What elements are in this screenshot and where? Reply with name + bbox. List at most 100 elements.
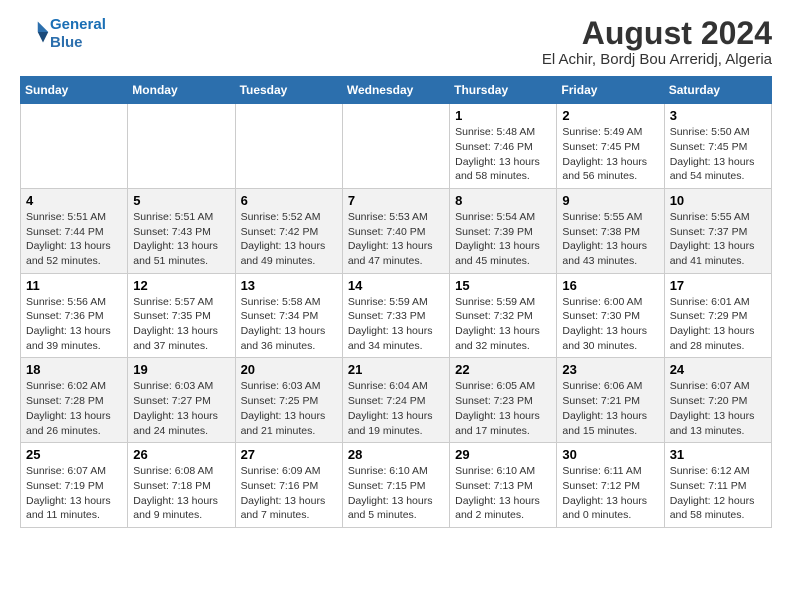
day-number: 15 [455, 278, 551, 293]
day-number: 1 [455, 108, 551, 123]
day-number: 13 [241, 278, 337, 293]
day-number: 25 [26, 447, 122, 462]
calendar-cell [235, 104, 342, 189]
calendar-cell [21, 104, 128, 189]
calendar-cell [342, 104, 449, 189]
day-info: Sunrise: 6:03 AMSunset: 7:27 PMDaylight:… [133, 379, 229, 438]
calendar-cell: 9Sunrise: 5:55 AMSunset: 7:38 PMDaylight… [557, 188, 664, 273]
day-info: Sunrise: 6:07 AMSunset: 7:19 PMDaylight:… [26, 464, 122, 523]
day-number: 21 [348, 362, 444, 377]
calendar-week-row: 1 Sunrise: 5:48 AMSunset: 7:46 PMDaylight… [21, 104, 772, 189]
day-info: Sunrise: 6:06 AMSunset: 7:21 PMDaylight:… [562, 379, 658, 438]
page-subtitle: El Achir, Bordj Bou Arreridj, Algeria [542, 51, 772, 68]
day-number: 24 [670, 362, 766, 377]
day-info: Sunrise: 5:51 AMSunset: 7:44 PMDaylight:… [26, 210, 122, 269]
day-info: Sunrise: 5:58 AMSunset: 7:34 PMDaylight:… [241, 295, 337, 354]
logo-icon [22, 18, 50, 46]
calendar-cell: 31 Sunrise: 6:12 AMSunset: 7:11 PMDayligh… [664, 443, 771, 528]
day-info: Sunrise: 6:03 AMSunset: 7:25 PMDaylight:… [241, 379, 337, 438]
day-number: 16 [562, 278, 658, 293]
calendar-cell: 26 Sunrise: 6:08 AMSunset: 7:18 PMDayligh… [128, 443, 235, 528]
calendar-cell: 19 Sunrise: 6:03 AMSunset: 7:27 PMDayligh… [128, 358, 235, 443]
day-info: Sunrise: 5:59 AMSunset: 7:32 PMDaylight:… [455, 295, 551, 354]
calendar-cell: 1 Sunrise: 5:48 AMSunset: 7:46 PMDaylight… [450, 104, 557, 189]
day-info: Sunrise: 6:11 AMSunset: 7:12 PMDaylight:… [562, 464, 658, 523]
page-title: August 2024 [542, 16, 772, 51]
day-number: 29 [455, 447, 551, 462]
day-number: 31 [670, 447, 766, 462]
calendar-cell: 15 Sunrise: 5:59 AMSunset: 7:32 PMDayligh… [450, 273, 557, 358]
calendar-cell: 6 Sunrise: 5:52 AMSunset: 7:42 PMDaylight… [235, 188, 342, 273]
calendar-cell: 21 Sunrise: 6:04 AMSunset: 7:24 PMDayligh… [342, 358, 449, 443]
day-info: Sunrise: 6:05 AMSunset: 7:23 PMDaylight:… [455, 379, 551, 438]
day-info: Sunrise: 5:52 AMSunset: 7:42 PMDaylight:… [241, 210, 337, 269]
calendar-cell: 14 Sunrise: 5:59 AMSunset: 7:33 PMDayligh… [342, 273, 449, 358]
day-info: Sunrise: 6:08 AMSunset: 7:18 PMDaylight:… [133, 464, 229, 523]
calendar-cell: 18 Sunrise: 6:02 AMSunset: 7:28 PMDayligh… [21, 358, 128, 443]
calendar-cell: 25 Sunrise: 6:07 AMSunset: 7:19 PMDayligh… [21, 443, 128, 528]
weekday-header: Tuesday [235, 77, 342, 104]
day-number: 7 [348, 193, 444, 208]
day-number: 11 [26, 278, 122, 293]
calendar-week-row: 18 Sunrise: 6:02 AMSunset: 7:28 PMDayligh… [21, 358, 772, 443]
logo-text: General Blue [50, 16, 106, 52]
day-info: Sunrise: 6:04 AMSunset: 7:24 PMDaylight:… [348, 379, 444, 438]
day-info: Sunrise: 6:10 AMSunset: 7:15 PMDaylight:… [348, 464, 444, 523]
weekday-header: Friday [557, 77, 664, 104]
day-number: 28 [348, 447, 444, 462]
day-number: 12 [133, 278, 229, 293]
day-info: Sunrise: 5:50 AMSunset: 7:45 PMDaylight:… [670, 125, 766, 184]
title-block: August 2024 El Achir, Bordj Bou Arreridj… [542, 16, 772, 68]
calendar-cell: 29 Sunrise: 6:10 AMSunset: 7:13 PMDayligh… [450, 443, 557, 528]
weekday-header: Thursday [450, 77, 557, 104]
calendar-cell: 2Sunrise: 5:49 AMSunset: 7:45 PMDaylight… [557, 104, 664, 189]
day-number: 26 [133, 447, 229, 462]
calendar-cell: 8Sunrise: 5:54 AMSunset: 7:39 PMDaylight… [450, 188, 557, 273]
day-info: Sunrise: 5:51 AMSunset: 7:43 PMDaylight:… [133, 210, 229, 269]
weekday-header: Saturday [664, 77, 771, 104]
weekday-header: Monday [128, 77, 235, 104]
day-info: Sunrise: 6:12 AMSunset: 7:11 PMDaylight:… [670, 464, 766, 523]
calendar-cell: 5Sunrise: 5:51 AMSunset: 7:43 PMDaylight… [128, 188, 235, 273]
calendar-cell: 13 Sunrise: 5:58 AMSunset: 7:34 PMDayligh… [235, 273, 342, 358]
calendar-cell: 12 Sunrise: 5:57 AMSunset: 7:35 PMDayligh… [128, 273, 235, 358]
day-info: Sunrise: 6:09 AMSunset: 7:16 PMDaylight:… [241, 464, 337, 523]
day-info: Sunrise: 6:07 AMSunset: 7:20 PMDaylight:… [670, 379, 766, 438]
day-info: Sunrise: 5:57 AMSunset: 7:35 PMDaylight:… [133, 295, 229, 354]
calendar-cell: 16 Sunrise: 6:00 AMSunset: 7:30 PMDayligh… [557, 273, 664, 358]
weekday-header: Wednesday [342, 77, 449, 104]
calendar-header: SundayMondayTuesdayWednesdayThursdayFrid… [21, 77, 772, 104]
day-info: Sunrise: 6:00 AMSunset: 7:30 PMDaylight:… [562, 295, 658, 354]
day-info: Sunrise: 5:59 AMSunset: 7:33 PMDaylight:… [348, 295, 444, 354]
page-header: General Blue August 2024 El Achir, Bordj… [20, 16, 772, 68]
day-number: 22 [455, 362, 551, 377]
day-number: 6 [241, 193, 337, 208]
calendar-week-row: 25 Sunrise: 6:07 AMSunset: 7:19 PMDayligh… [21, 443, 772, 528]
day-number: 19 [133, 362, 229, 377]
day-info: Sunrise: 6:02 AMSunset: 7:28 PMDaylight:… [26, 379, 122, 438]
day-number: 4 [26, 193, 122, 208]
day-number: 20 [241, 362, 337, 377]
weekday-header: Sunday [21, 77, 128, 104]
calendar-table: SundayMondayTuesdayWednesdayThursdayFrid… [20, 76, 772, 528]
day-number: 27 [241, 447, 337, 462]
day-number: 30 [562, 447, 658, 462]
calendar-cell: 22 Sunrise: 6:05 AMSunset: 7:23 PMDayligh… [450, 358, 557, 443]
calendar-cell: 7 Sunrise: 5:53 AMSunset: 7:40 PMDaylight… [342, 188, 449, 273]
calendar-cell: 3Sunrise: 5:50 AMSunset: 7:45 PMDaylight… [664, 104, 771, 189]
day-info: Sunrise: 5:56 AMSunset: 7:36 PMDaylight:… [26, 295, 122, 354]
day-info: Sunrise: 6:10 AMSunset: 7:13 PMDaylight:… [455, 464, 551, 523]
day-number: 9 [562, 193, 658, 208]
day-info: Sunrise: 5:53 AMSunset: 7:40 PMDaylight:… [348, 210, 444, 269]
day-number: 18 [26, 362, 122, 377]
day-number: 17 [670, 278, 766, 293]
calendar-cell: 30 Sunrise: 6:11 AMSunset: 7:12 PMDayligh… [557, 443, 664, 528]
calendar-week-row: 11 Sunrise: 5:56 AMSunset: 7:36 PMDayligh… [21, 273, 772, 358]
day-info: Sunrise: 5:48 AMSunset: 7:46 PMDaylight:… [455, 125, 551, 184]
calendar-cell: 23Sunrise: 6:06 AMSunset: 7:21 PMDayligh… [557, 358, 664, 443]
calendar-cell: 4 Sunrise: 5:51 AMSunset: 7:44 PMDaylight… [21, 188, 128, 273]
day-number: 14 [348, 278, 444, 293]
day-info: Sunrise: 6:01 AMSunset: 7:29 PMDaylight:… [670, 295, 766, 354]
day-number: 8 [455, 193, 551, 208]
day-info: Sunrise: 5:55 AMSunset: 7:37 PMDaylight:… [670, 210, 766, 269]
